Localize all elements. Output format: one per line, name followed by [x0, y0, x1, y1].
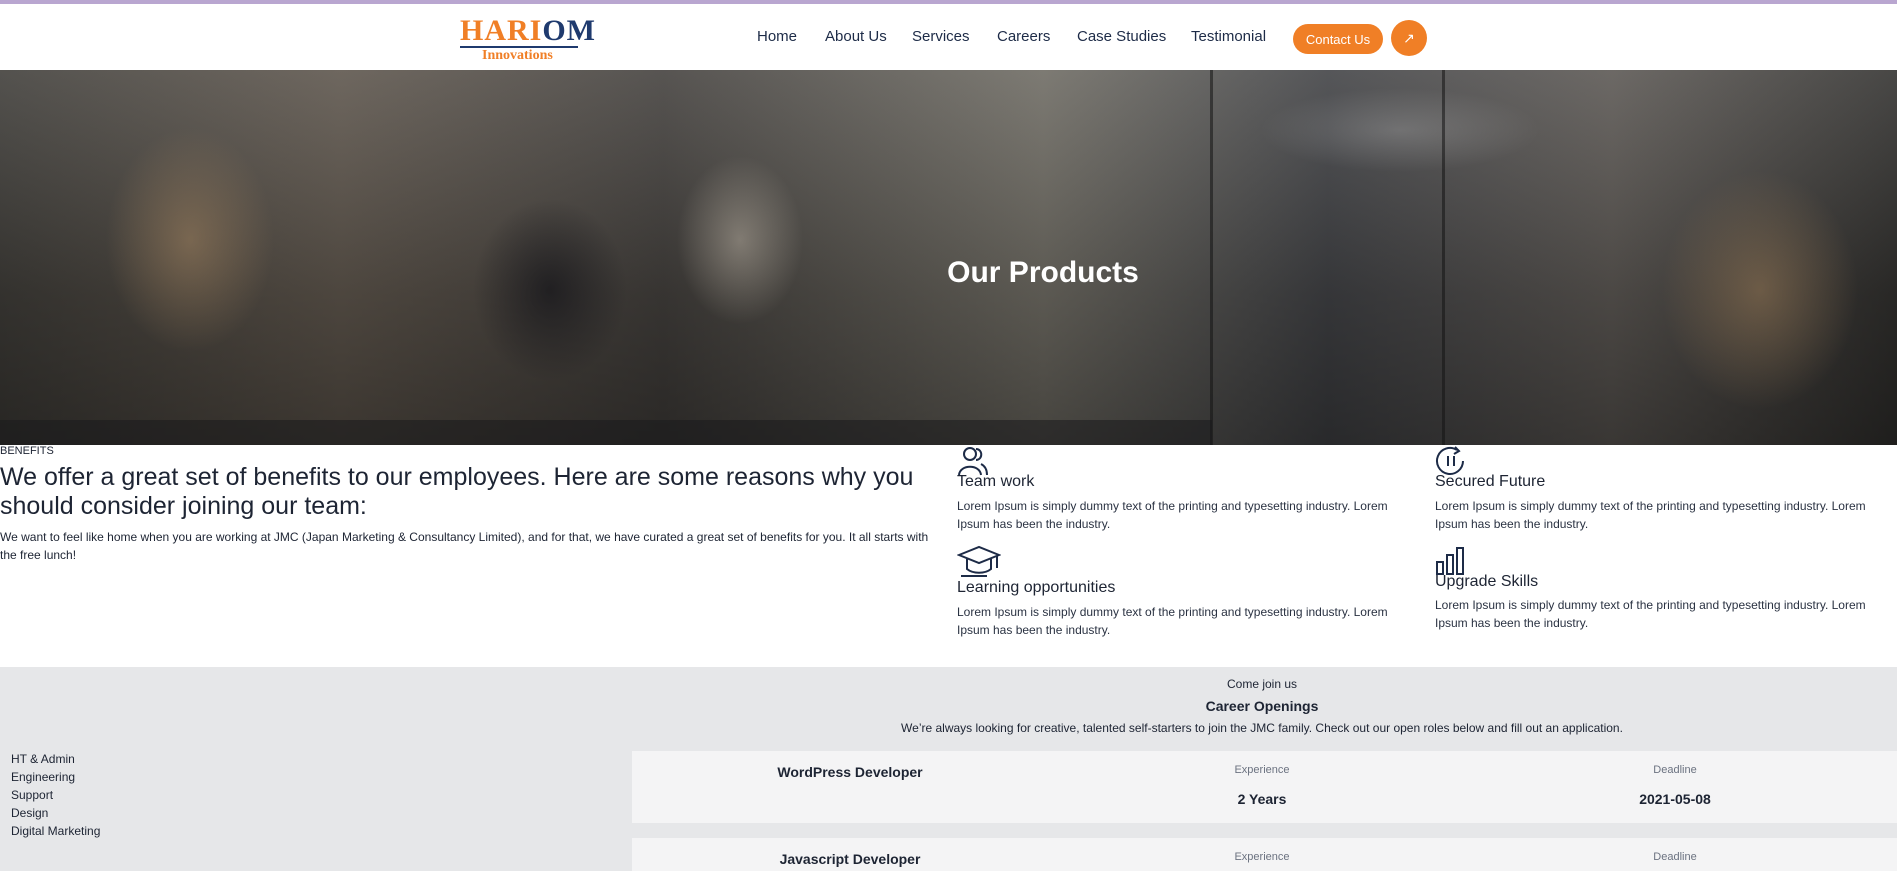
nav-home[interactable]: Home: [757, 28, 797, 45]
come-join-us-label: Come join us: [1226, 677, 1298, 691]
graduation-cap-icon: [957, 545, 1001, 577]
benefit-title: Secured Future: [1435, 473, 1546, 490]
career-openings-text: We’re always looking for creative, talen…: [901, 721, 1623, 735]
nav-testimonial[interactable]: Testimonial: [1191, 28, 1266, 45]
benefit-desc: Lorem Ipsum is simply dummy text of the …: [1435, 499, 1866, 531]
job-title[interactable]: WordPress Developer: [632, 764, 1068, 780]
department-item[interactable]: Digital Marketing: [11, 822, 100, 840]
benefit-upgrade-skills: Upgrade Skills Lorem Ipsum is simply dum…: [1435, 545, 1890, 635]
benefits-heading: We offer a great set of benefits to our …: [0, 463, 914, 520]
arrow-up-right-icon[interactable]: ↗: [1391, 20, 1427, 56]
department-filter-list: HT & Admin Engineering Support Design Di…: [11, 750, 100, 840]
hero-banner: Our Products: [0, 70, 1897, 445]
benefit-title: Upgrade Skills: [1435, 573, 1539, 590]
department-item[interactable]: HT & Admin: [11, 750, 100, 768]
contact-us-button[interactable]: Contact Us: [1293, 24, 1383, 54]
nav-careers[interactable]: Careers: [997, 28, 1050, 45]
department-item[interactable]: Engineering: [11, 768, 100, 786]
hero-title: Our Products: [947, 256, 1139, 289]
deadline-label: Deadline: [1653, 764, 1697, 776]
benefit-desc: Lorem Ipsum is simply dummy text of the …: [957, 499, 1388, 531]
hariom-logo[interactable]: HARIOM Innovations: [460, 14, 595, 63]
benefit-title: Learning opportunities: [957, 579, 1116, 596]
benefit-secured-future: Secured Future Lorem Ipsum is simply dum…: [1435, 445, 1890, 535]
benefit-team-work: Team work Lorem Ipsum is simply dummy te…: [957, 445, 1412, 535]
benefit-learning-opportunities: Learning opportunities Lorem Ipsum is si…: [957, 544, 1412, 639]
career-openings-section: Come join us Career Openings We’re alway…: [0, 667, 1897, 871]
benefit-desc: Lorem Ipsum is simply dummy text of the …: [1435, 598, 1866, 630]
deadline-value: 2021-05-08: [1639, 791, 1711, 807]
experience-label: Experience: [1234, 851, 1290, 863]
experience-value: 2 Years: [1237, 791, 1287, 807]
deadline-label: Deadline: [1653, 851, 1697, 863]
nav-services[interactable]: Services: [912, 28, 970, 45]
nav-case-studies[interactable]: Case Studies: [1077, 28, 1166, 45]
job-card[interactable]: Javascript Developer Experience Deadline: [632, 838, 1897, 871]
department-item[interactable]: Support: [11, 786, 100, 804]
career-openings-title: Career Openings: [1205, 698, 1319, 714]
experience-label: Experience: [1234, 764, 1290, 776]
benefits-label: BENEFITS: [0, 445, 54, 457]
department-item[interactable]: Design: [11, 804, 100, 822]
nav-about-us[interactable]: About Us: [825, 28, 887, 45]
site-header: HARIOM Innovations Home About Us Service…: [0, 4, 1897, 70]
benefit-title: Team work: [957, 473, 1035, 490]
benefits-text: We want to feel like home when you are w…: [0, 530, 929, 562]
job-card[interactable]: WordPress Developer Experience 2 Years D…: [632, 751, 1897, 823]
benefit-desc: Lorem Ipsum is simply dummy text of the …: [957, 605, 1388, 637]
job-title[interactable]: Javascript Developer: [632, 851, 1068, 867]
